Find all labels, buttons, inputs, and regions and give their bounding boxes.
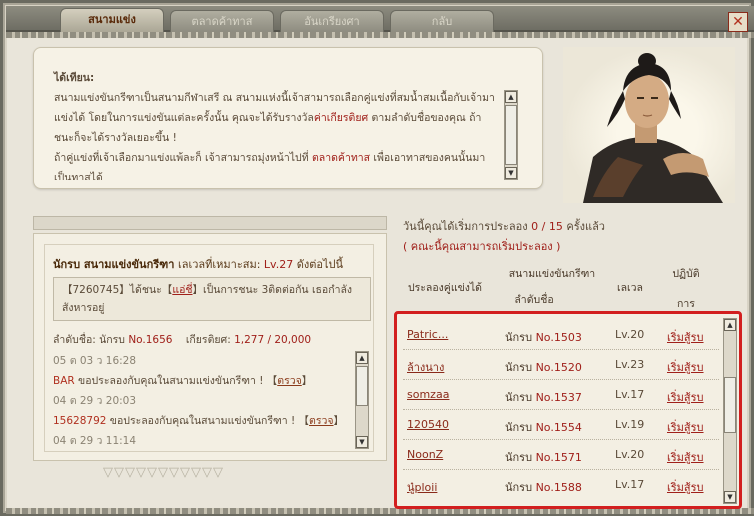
start-battle-button[interactable]: เริ่มสู้รบ [667, 478, 704, 496]
log-entry: BAR ขอประลองกับคุณในสนามแข่งขันกรีฑา ! 【… [53, 375, 313, 387]
col-opponent: ประลองคู่แข่งได้ [407, 282, 482, 294]
my-rank-line: ลำดับชื่อ: นักรบ No.1656 เกียรติยศ: 1,27… [53, 334, 312, 346]
intro-paragraph-1: สนามแข่งขันกรีฑาเป็นสนามกีฬาเสรี ณ สนามแ… [54, 92, 495, 144]
ranking-header-bar [33, 216, 387, 230]
list-item: นู๋ploii นักรบ No.1588 Lv.17 เริ่มสู้รบ [397, 470, 719, 500]
opponent-name-link[interactable]: NoonZ [407, 448, 443, 461]
recommended-level: Lv.27 [263, 258, 294, 271]
log-entry: 15628792 ขอประลองกับคุณในสนามแข่งขันกรีฑ… [53, 415, 345, 427]
opponent-name-link[interactable]: somzaa [407, 388, 449, 401]
list-item: 120540 นักรบ No.1554 Lv.19 เริ่มสู้รบ [397, 410, 719, 440]
tab-slave-market[interactable]: ตลาดค้าทาส [170, 10, 274, 32]
log-scrollbar[interactable]: ▲ ▼ [355, 351, 369, 449]
start-battle-button[interactable]: เริ่มสู้รบ [667, 448, 704, 466]
col-rank-line2: ลำดับชื่อ [514, 294, 554, 306]
honor-points: 1,277 / 20,000 [234, 334, 312, 346]
broadcast-message: 【7260745】ได้ชนะ【แอ่ชี่】เป็นการชนะ 3ติดต่… [53, 277, 371, 321]
challenge-log: 05 ต 03 ว 16:28 BAR ขอประลองกับคุณในสนาม… [53, 351, 353, 451]
check-link[interactable]: ตรวจ [309, 415, 334, 427]
ranking-inner: นักรบ สนามแข่งขันกรีฑา เลเวลที่เหมาะสม: … [44, 244, 374, 452]
opponent-name-link[interactable]: Patric... [407, 328, 448, 341]
daily-challenge-note: ( คณะนี้คุณสามารถเริ่มประลอง ) [403, 240, 561, 253]
close-button[interactable]: ✕ [728, 12, 748, 32]
opponent-level: Lv.17 [615, 388, 645, 401]
opponent-rank: นักรบ No.1537 [505, 391, 582, 404]
intro-text: ได้เทียน: สนามแข่งขันกรีฑาเป็นสนามกีฬาเส… [46, 60, 506, 180]
slave-market-keyword: ตลาดค้าทาส [311, 152, 371, 164]
opponent-rank: นักรบ No.1520 [505, 361, 582, 374]
npc-portrait [563, 47, 735, 203]
scroll-thumb[interactable] [356, 366, 368, 406]
intro-panel: ได้เทียน: สนามแข่งขันกรีฑาเป็นสนามกีฬาเส… [33, 47, 543, 189]
my-rank-number: No.1656 [128, 334, 173, 346]
col-level: เลเวล [617, 282, 643, 294]
tab-bar: สนามแข่ง ตลาดค้าทาส อันเกรียงศา กลับ ✕ [6, 6, 754, 34]
opponent-list: Patric... นักรบ No.1503 Lv.20 เริ่มสู้รบ… [394, 311, 742, 509]
arena-window: สนามแข่ง ตลาดค้าทาส อันเกรียงศา กลับ ✕ ไ… [0, 0, 754, 516]
intro-scrollbar[interactable]: ▲ ▼ [504, 90, 518, 180]
opponent-scrollbar[interactable]: ▲ ▼ [723, 318, 737, 504]
tab-back[interactable]: กลับ [390, 10, 494, 32]
opponent-rank: นักรบ No.1503 [505, 331, 582, 344]
daily-challenge-count: วันนี้คุณได้เริ่มการประลอง 0 / 15 ครั้งแ… [403, 220, 605, 233]
start-battle-button[interactable]: เริ่มสู้รบ [667, 388, 704, 406]
tab-arena[interactable]: สนามแข่ง [60, 8, 164, 34]
panel-ornament-chevrons: ▽▽▽▽▽▽▽▽▽▽▽ [103, 465, 224, 480]
col-action-line1: ปฏิบัติ [672, 268, 700, 280]
broadcast-player-link[interactable]: แอ่ชี่ [172, 284, 192, 296]
list-item: ล้างนาง นักรบ No.1520 Lv.23 เริ่มสู้รบ [397, 350, 719, 380]
opponent-rank: นักรบ No.1588 [505, 481, 582, 494]
scroll-up-icon[interactable]: ▲ [356, 352, 368, 364]
ranking-panel: นักรบ สนามแข่งขันกรีฑา เลเวลที่เหมาะสม: … [33, 233, 387, 461]
intro-paragraph-2: ถ้าคู่แข่งที่เจ้าเลือกมาแข่งแพ้ละก็ เจ้า… [54, 152, 486, 180]
opponent-level: Lv.19 [615, 418, 645, 431]
opponent-level: Lv.23 [615, 358, 645, 371]
tab-honor[interactable]: อันเกรียงศา [280, 10, 384, 32]
opponent-rank: นักรบ No.1571 [505, 451, 582, 464]
opponent-level: Lv.20 [615, 448, 645, 461]
intro-title: ได้เทียน: [54, 72, 95, 84]
scroll-thumb[interactable] [724, 377, 736, 433]
start-battle-button[interactable]: เริ่มสู้รบ [667, 358, 704, 376]
opponent-name-link[interactable]: 120540 [407, 418, 449, 431]
scroll-up-icon[interactable]: ▲ [724, 319, 736, 331]
top-border-ornament [6, 32, 754, 38]
list-item: somzaa นักรบ No.1537 Lv.17 เริ่มสู้รบ [397, 380, 719, 410]
start-battle-button[interactable]: เริ่มสู้รบ [667, 328, 704, 346]
opponent-level: Lv.17 [615, 478, 645, 491]
list-item: Patric... นักรบ No.1503 Lv.20 เริ่มสู้รบ [397, 320, 719, 350]
opponent-level: Lv.20 [615, 328, 645, 341]
opponent-name-link[interactable]: ล้างนาง [407, 358, 444, 376]
check-link[interactable]: ตรวจ [277, 375, 302, 387]
honor-keyword: ค่าเกียรติยศ [313, 112, 369, 124]
log-time: 04 ต 29 ว 11:14 [53, 435, 137, 447]
col-rank-line1: สนามแข่งขันกรีฑา [508, 268, 596, 280]
list-item: NoonZ นักรบ No.1571 Lv.20 เริ่มสู้รบ [397, 440, 719, 470]
start-battle-button[interactable]: เริ่มสู้รบ [667, 418, 704, 436]
log-time: 04 ต 29 ว 20:03 [53, 395, 137, 407]
ranking-title: นักรบ สนามแข่งขันกรีฑา เลเวลที่เหมาะสม: … [53, 258, 343, 271]
scroll-up-icon[interactable]: ▲ [505, 91, 517, 103]
scroll-down-icon[interactable]: ▼ [356, 436, 368, 448]
warrior-portrait-icon [583, 53, 723, 203]
scroll-down-icon[interactable]: ▼ [724, 491, 736, 503]
opponent-rank: นักรบ No.1554 [505, 421, 582, 434]
scroll-thumb[interactable] [505, 105, 517, 165]
scroll-down-icon[interactable]: ▼ [505, 167, 517, 179]
log-time: 05 ต 03 ว 16:28 [53, 355, 137, 367]
opponent-name-link[interactable]: นู๋ploii [407, 478, 437, 496]
